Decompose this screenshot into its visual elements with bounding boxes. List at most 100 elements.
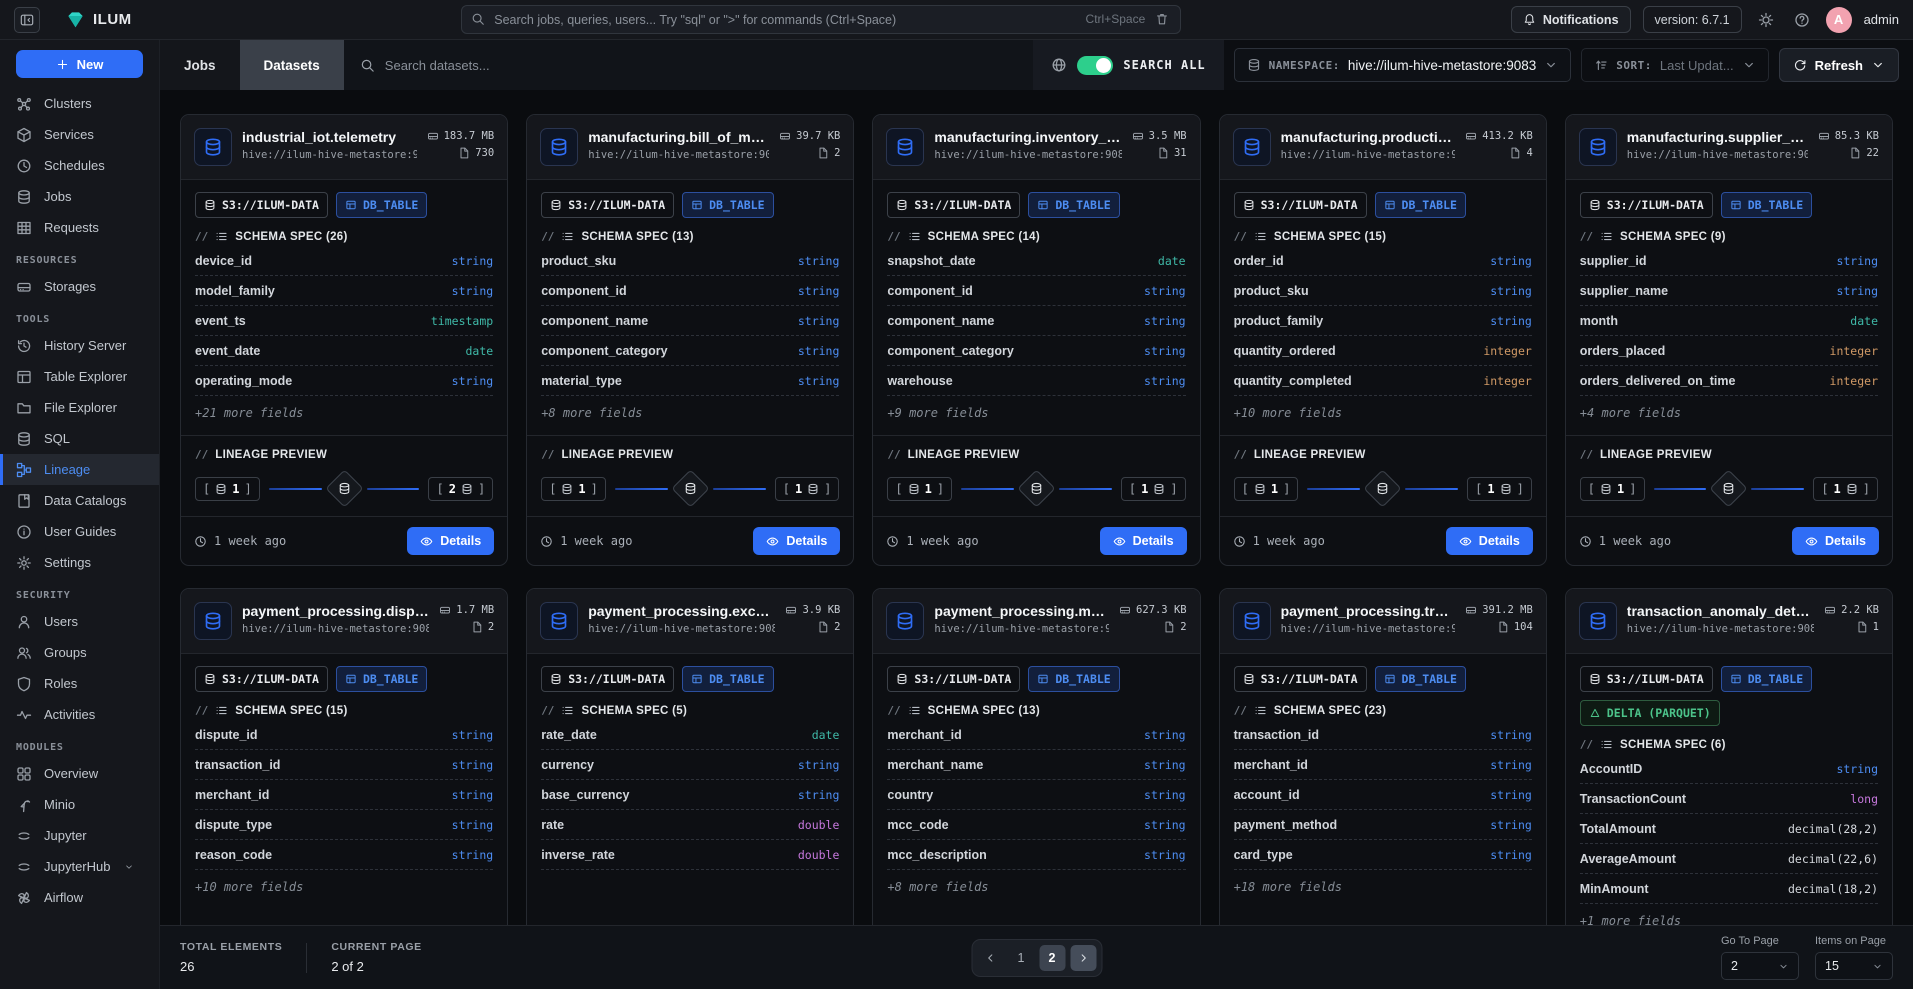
dataset-title[interactable]: industrial_iot.telemetry — [242, 129, 417, 145]
database-icon — [684, 482, 697, 495]
help-button[interactable] — [1790, 8, 1814, 32]
sun-icon — [1758, 12, 1774, 28]
card-footer: 1 week agoDetails — [527, 516, 853, 565]
previous-page-button[interactable] — [977, 945, 1003, 971]
field-type: decimal(22,6) — [1788, 852, 1878, 866]
sidebar-item-jupyter[interactable]: Jupyter — [0, 820, 159, 851]
new-button[interactable]: New — [16, 50, 143, 78]
field-type: string — [1490, 818, 1532, 832]
lineage-output-node[interactable]: [ 2 ] — [428, 477, 493, 501]
sidebar-item-user-guides[interactable]: User Guides — [0, 516, 159, 547]
dataset-title[interactable]: payment_processing.excha... — [588, 603, 775, 619]
dataset-card-manufacturing-supplier-p: manufacturing.supplier_p... hive://ilum-h… — [1565, 114, 1893, 566]
lineage-output-node[interactable]: [ 1 ] — [1813, 477, 1878, 501]
sidebar-item-overview[interactable]: Overview — [0, 758, 159, 789]
lineage-center-node[interactable] — [325, 469, 363, 507]
lineage-input-node[interactable]: [ 1 ] — [1234, 477, 1299, 501]
avatar[interactable]: A — [1826, 7, 1852, 33]
sidebar-item-airflow[interactable]: Airflow — [0, 882, 159, 913]
schema-field-row: quantity_orderedinteger — [1234, 336, 1532, 366]
sidebar-item-label: Jupyter — [44, 828, 87, 843]
dataset-namespace: hive://ilum-hive-metastore:90… — [1627, 149, 1808, 161]
go-to-page-select[interactable]: 2 — [1721, 952, 1799, 980]
theme-toggle-button[interactable] — [1754, 8, 1778, 32]
lineage-input-node[interactable]: [ 1 ] — [195, 477, 260, 501]
schema-spec-heading: //SCHEMA SPEC (14) — [887, 230, 1185, 243]
details-button[interactable]: Details — [407, 527, 494, 555]
sidebar-item-clusters[interactable]: Clusters — [0, 88, 159, 119]
field-name: merchant_name — [887, 758, 983, 772]
sidebar-item-data-catalogs[interactable]: Data Catalogs — [0, 485, 159, 516]
sidebar-item-requests[interactable]: Requests — [0, 212, 159, 243]
sidebar-item-minio[interactable]: Minio — [0, 789, 159, 820]
sidebar-item-users[interactable]: Users — [0, 606, 159, 637]
sidebar-item-file-explorer[interactable]: File Explorer — [0, 392, 159, 423]
sidebar-item-label: Users — [44, 614, 78, 629]
dataset-title[interactable]: manufacturing.inventory_s... — [934, 129, 1121, 145]
field-name: month — [1580, 314, 1618, 328]
field-name: orders_delivered_on_time — [1580, 374, 1736, 388]
sidebar-collapse-button[interactable] — [14, 7, 40, 33]
schema-spec-heading: //SCHEMA SPEC (15) — [1234, 230, 1532, 243]
lineage-center-node[interactable] — [1364, 469, 1402, 507]
sidebar: New ClustersServicesSchedulesJobsRequest… — [0, 40, 160, 989]
next-page-button[interactable] — [1070, 945, 1096, 971]
sort-select[interactable]: SORT: Last Updat... — [1581, 48, 1768, 82]
current-page-label: CURRENT PAGE — [331, 941, 421, 953]
toolbar: JobsDatasets SEARCH ALL NAMESPACE: hive:… — [160, 40, 1913, 90]
details-button[interactable]: Details — [1446, 527, 1533, 555]
schema-field-row: component_namestring — [887, 306, 1185, 336]
sidebar-item-schedules[interactable]: Schedules — [0, 150, 159, 181]
notifications-button[interactable]: Notifications — [1511, 6, 1631, 33]
sidebar-item-sql[interactable]: SQL — [0, 423, 159, 454]
refresh-button[interactable]: Refresh — [1779, 48, 1899, 82]
lineage-output-node[interactable]: [ 1 ] — [1121, 477, 1186, 501]
page-button-1[interactable]: 1 — [1008, 945, 1034, 971]
sidebar-item-label: User Guides — [44, 524, 116, 539]
dataset-title[interactable]: payment_processing.tran... — [1281, 603, 1456, 619]
sidebar-item-history-server[interactable]: History Server — [0, 330, 159, 361]
datasets-search-input[interactable] — [385, 58, 1018, 73]
sidebar-item-services[interactable]: Services — [0, 119, 159, 150]
search-all-toggle[interactable] — [1077, 56, 1113, 75]
sidebar-item-table-explorer[interactable]: Table Explorer — [0, 361, 159, 392]
lineage-input-node[interactable]: [ 1 ] — [887, 477, 952, 501]
dataset-size: 413.2 KB — [1465, 130, 1533, 142]
dataset-card-payment-processing-tran: payment_processing.tran...hive://ilum-hi… — [1219, 588, 1547, 925]
sidebar-item-jobs[interactable]: Jobs — [0, 181, 159, 212]
dataset-title[interactable]: payment_processing.mer... — [934, 603, 1109, 619]
lineage-center-node[interactable] — [1017, 469, 1055, 507]
sidebar-item-lineage[interactable]: Lineage — [0, 454, 159, 485]
sidebar-item-roles[interactable]: Roles — [0, 668, 159, 699]
dataset-title[interactable]: transaction_anomaly_detec... — [1627, 603, 1814, 619]
dataset-title[interactable]: manufacturing.supplier_p... — [1627, 129, 1808, 145]
global-search-input[interactable] — [461, 5, 1181, 34]
page-button-2[interactable]: 2 — [1039, 945, 1065, 971]
lineage-input-node[interactable]: [ 1 ] — [1580, 477, 1645, 501]
details-button[interactable]: Details — [1100, 527, 1187, 555]
dataset-title[interactable]: payment_processing.dispu... — [242, 603, 429, 619]
sidebar-item-label: Lineage — [44, 462, 90, 477]
dataset-title[interactable]: manufacturing.bill_of_mat... — [588, 129, 769, 145]
sidebar-item-activities[interactable]: Activities — [0, 699, 159, 730]
lineage-output-node[interactable]: [ 1 ] — [1467, 477, 1532, 501]
lineage-output-node[interactable]: [ 1 ] — [775, 477, 840, 501]
lineage-input-node[interactable]: [ 1 ] — [541, 477, 606, 501]
footer-bar: TOTAL ELEMENTS 26 CURRENT PAGE 2 of 2 12… — [160, 925, 1913, 989]
sidebar-item-jupyterhub[interactable]: JupyterHub — [0, 851, 159, 882]
items-on-page: Items on Page 15 — [1815, 935, 1893, 980]
sidebar-item-settings[interactable]: Settings — [0, 547, 159, 578]
tab-jobs[interactable]: Jobs — [160, 40, 240, 90]
trash-icon[interactable] — [1155, 12, 1169, 26]
lineage-center-node[interactable] — [671, 469, 709, 507]
sidebar-item-groups[interactable]: Groups — [0, 637, 159, 668]
field-type: string — [1490, 254, 1532, 268]
dataset-title[interactable]: manufacturing.productio... — [1281, 129, 1456, 145]
namespace-select[interactable]: NAMESPACE: hive://ilum-hive-metastore:90… — [1234, 48, 1572, 82]
sidebar-item-storages[interactable]: Storages — [0, 271, 159, 302]
lineage-center-node[interactable] — [1710, 469, 1748, 507]
items-on-page-select[interactable]: 15 — [1815, 952, 1893, 980]
details-button[interactable]: Details — [753, 527, 840, 555]
details-button[interactable]: Details — [1792, 527, 1879, 555]
tab-datasets[interactable]: Datasets — [240, 40, 344, 90]
